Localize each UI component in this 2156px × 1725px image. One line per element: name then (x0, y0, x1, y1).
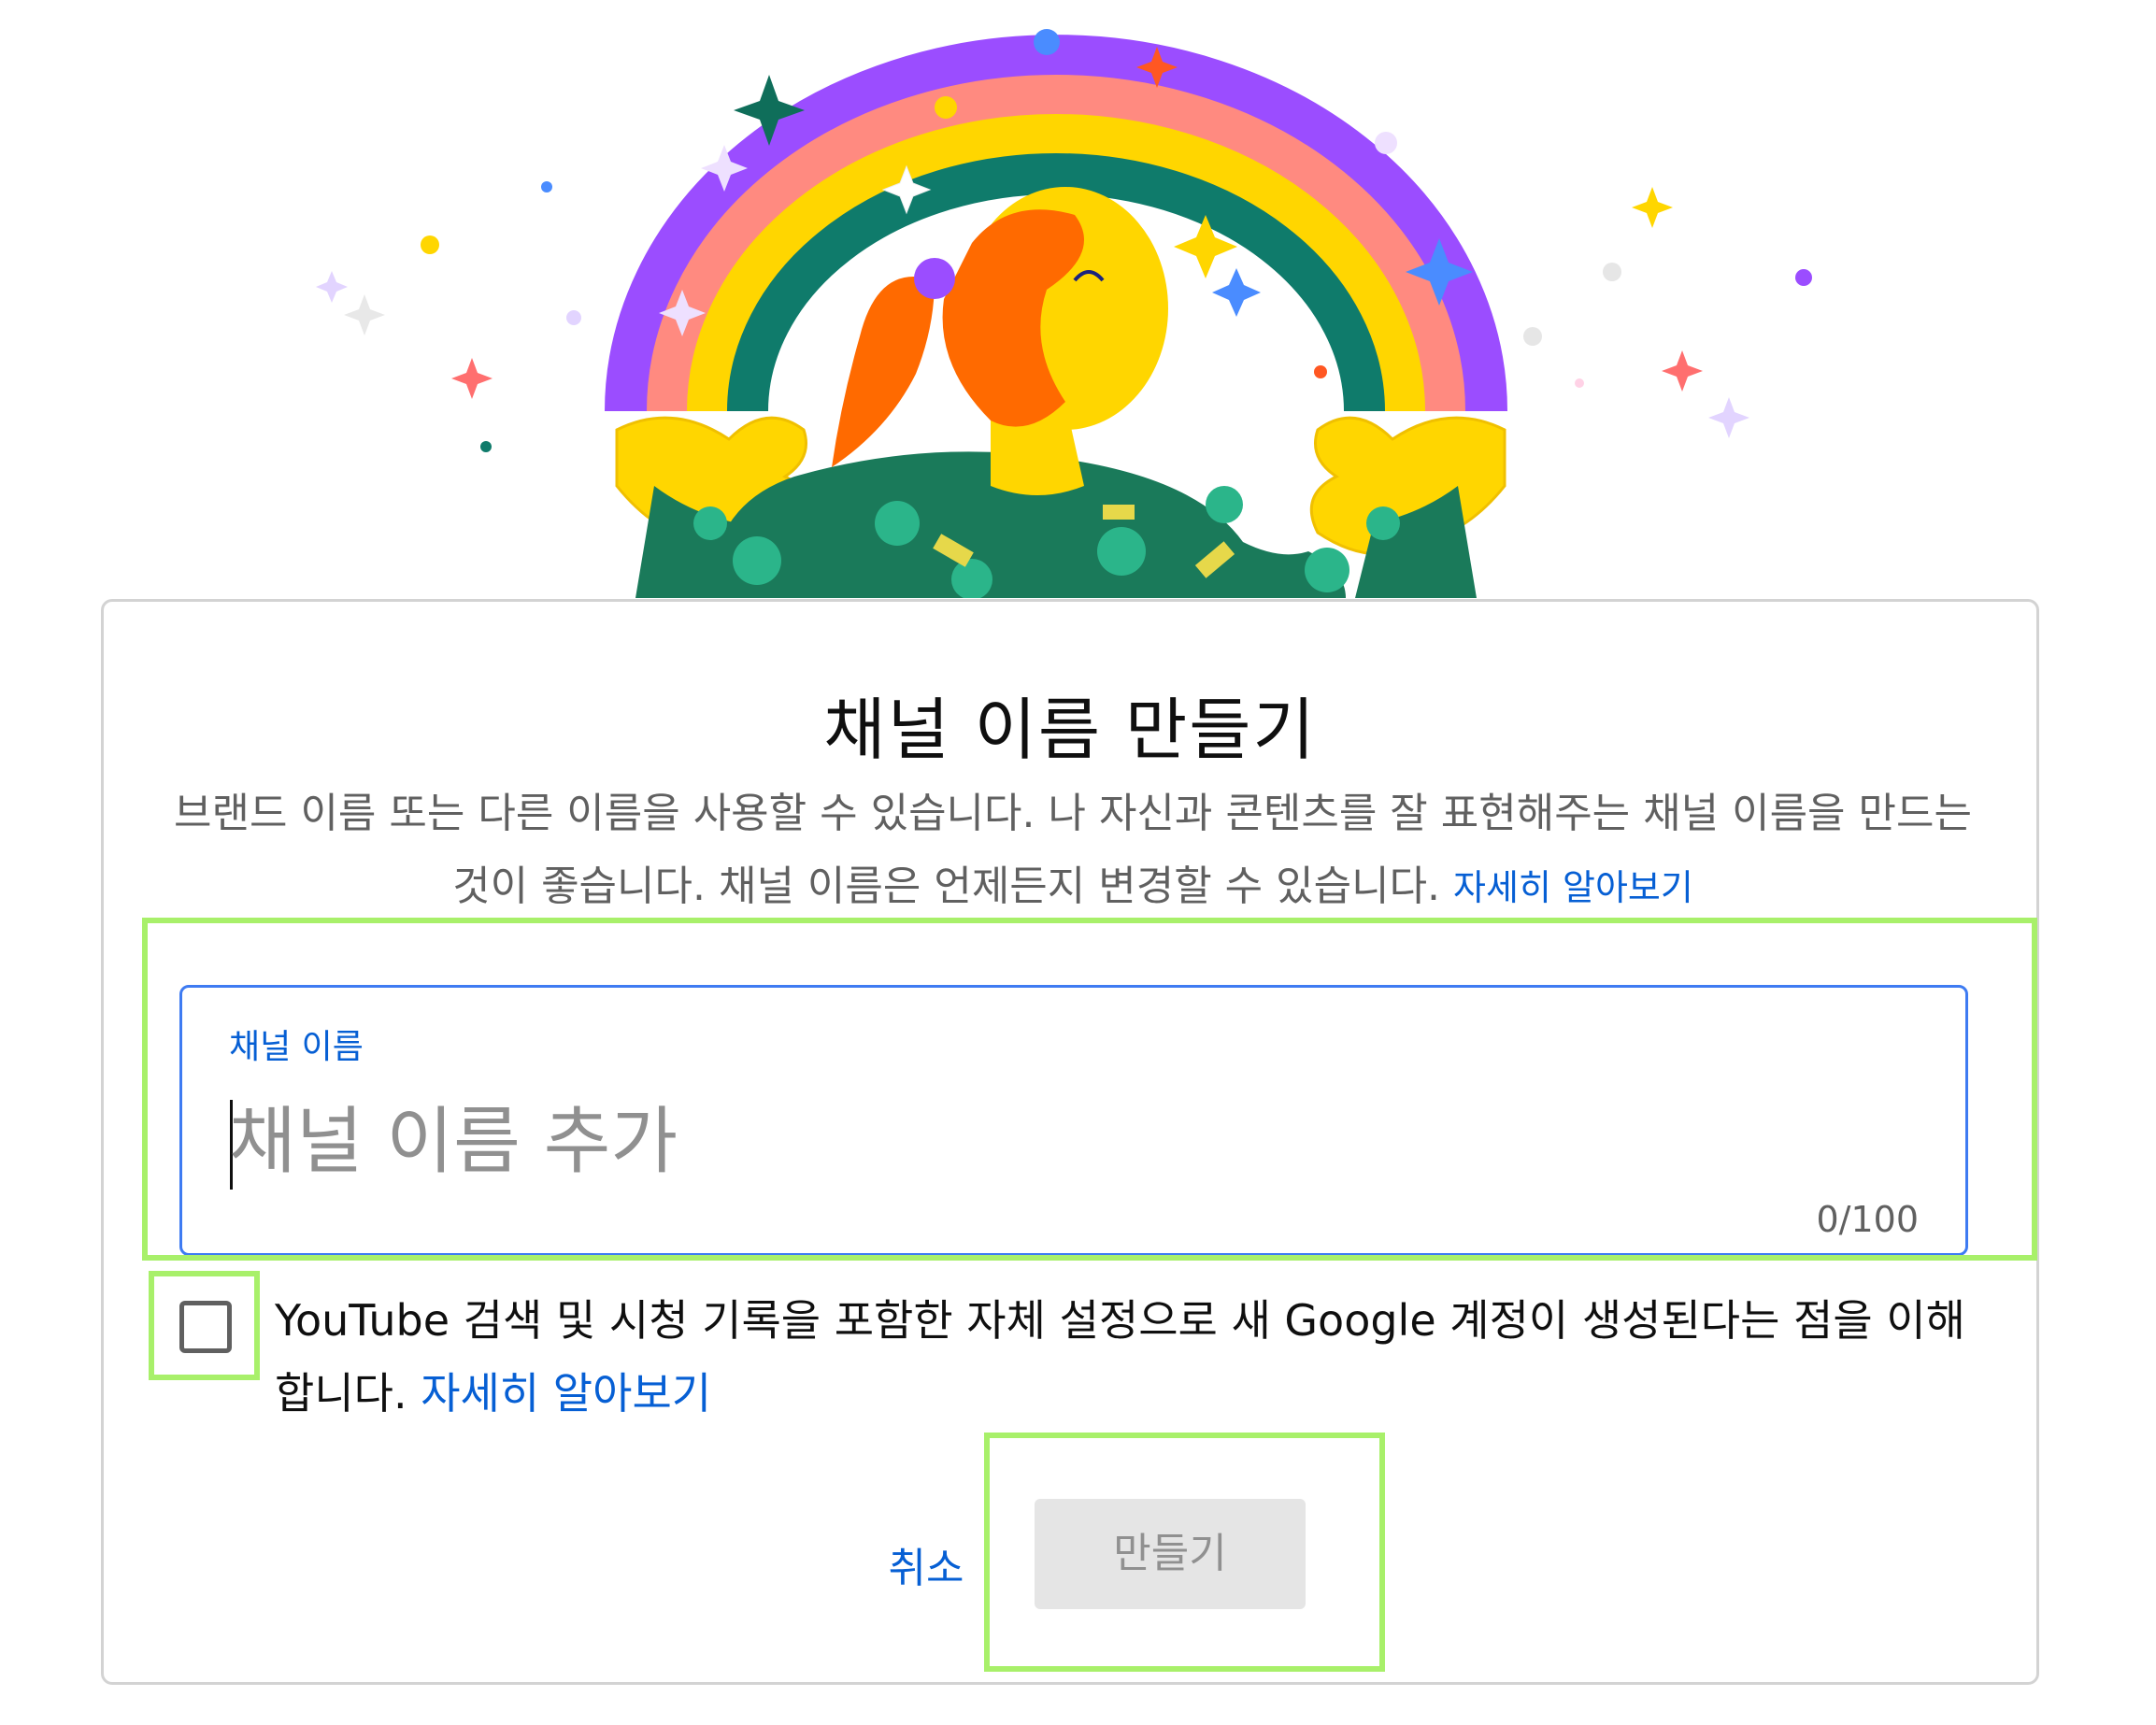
dialog-title: 채널 이름 만들기 (823, 691, 1317, 769)
learn-more-link[interactable]: 자세히 알아보기 (1453, 867, 1693, 908)
cancel-button[interactable]: 취소 (870, 1527, 982, 1611)
create-button[interactable]: 만들기 (1035, 1499, 1306, 1609)
dialog-description: 브랜드 이름 또는 다른 이름을 사용할 수 있습니다. 나 자신과 콘텐츠를 … (169, 777, 1977, 924)
channel-name-field[interactable]: 채널 이름 0/100 (179, 985, 1968, 1256)
agreement-learn-more-link[interactable]: 자세히 알아보기 (421, 1368, 711, 1418)
channel-name-label: 채널 이름 (229, 1028, 364, 1066)
agreement-text-block: YouTube 검색 및 시청 기록을 포함한 자체 설정으로 새 Google… (275, 1284, 1985, 1430)
rainbow-person-illustration (316, 29, 1812, 598)
agreement-checkbox[interactable] (179, 1301, 232, 1353)
create-channel-dialog: 채널 이름 만들기 브랜드 이름 또는 다른 이름을 사용할 수 있습니다. 나… (101, 599, 2039, 1685)
channel-name-input[interactable] (229, 1091, 1892, 1193)
description-text: 브랜드 이름 또는 다른 이름을 사용할 수 있습니다. 나 자신과 콘텐츠를 … (174, 790, 1972, 910)
character-counter: 0/100 (1816, 1199, 1919, 1240)
